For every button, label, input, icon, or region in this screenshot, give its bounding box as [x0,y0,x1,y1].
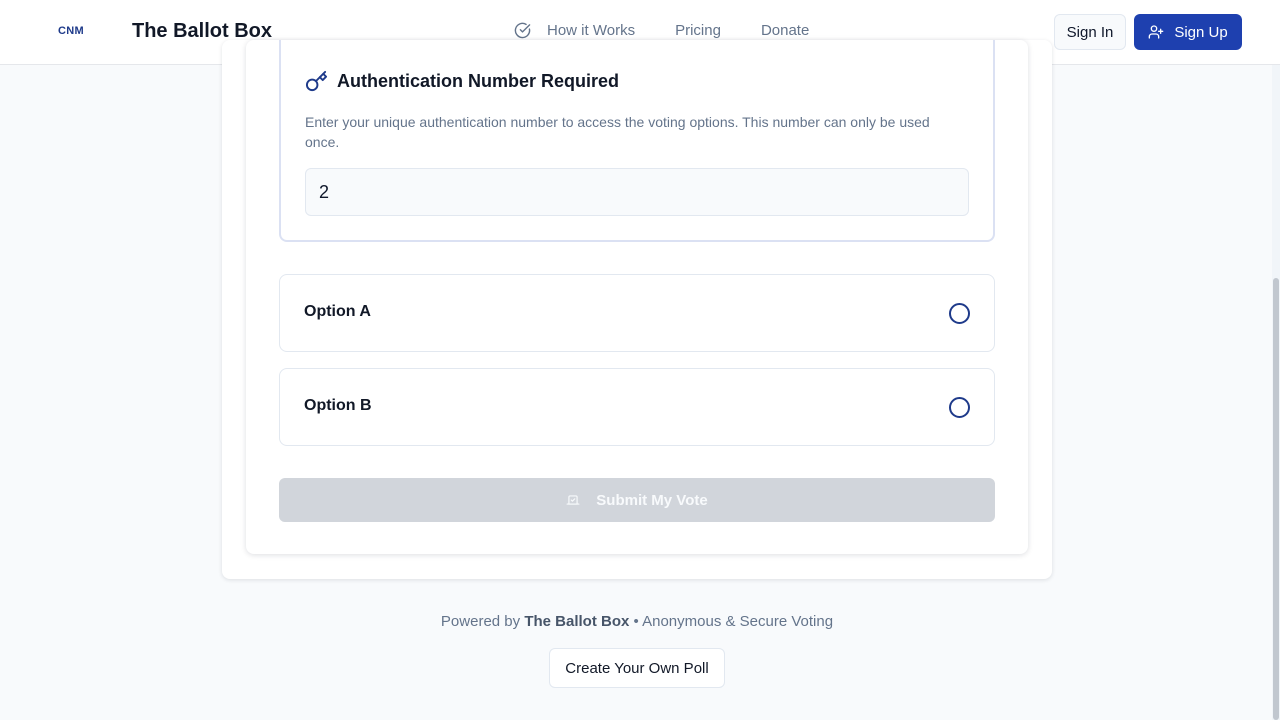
powered-by-text: Powered by [440,613,521,630]
sign-in-button[interactable]: Sign In [1054,14,1126,50]
nav-donate-label: Donate [760,22,810,39]
footer-separator: • [633,613,639,630]
nav-pricing-label: Pricing [675,22,721,39]
submit-vote-label: Submit My Vote [596,491,708,509]
key-icon [305,70,328,92]
user-plus-icon [1148,25,1164,39]
sign-up-button[interactable]: Sign Up [1134,14,1242,50]
footer-powered-by: Powered by The Ballot Box • Anonymous & … [0,613,1274,630]
submit-vote-button[interactable]: Submit My Vote [279,478,995,522]
create-poll-button[interactable]: Create Your Own Poll [549,648,725,688]
nav-pricing[interactable]: Pricing [675,22,721,39]
auth-number-input[interactable] [305,168,969,216]
footer-brand: The Ballot Box [524,613,630,630]
nav-how-it-works-label: How it Works [547,22,636,39]
option-a-card[interactable]: Option A [279,274,995,352]
sign-up-label: Sign Up [1174,23,1228,41]
nav-how-it-works[interactable]: How it Works [514,22,635,39]
auth-title: Authentication Number Required [337,71,620,91]
footer-tagline: Anonymous & Secure Voting [642,613,834,630]
option-a-label: Option A [304,303,371,320]
option-b-radio[interactable] [949,397,970,418]
scrollbar-thumb[interactable] [1273,278,1279,720]
option-a-radio[interactable] [949,303,970,324]
option-b-card[interactable]: Option B [279,368,995,446]
main-nav: How it Works Pricing Donate [514,22,809,39]
check-circle-icon [514,22,531,39]
option-b-label: Option B [304,397,372,414]
auth-description: Enter your unique authentication number … [305,114,930,150]
nav-donate[interactable]: Donate [761,22,809,39]
logo[interactable]: CNM [58,25,84,37]
auth-heading: Authentication Number Required [305,70,619,93]
ballot-box-icon [566,495,580,505]
